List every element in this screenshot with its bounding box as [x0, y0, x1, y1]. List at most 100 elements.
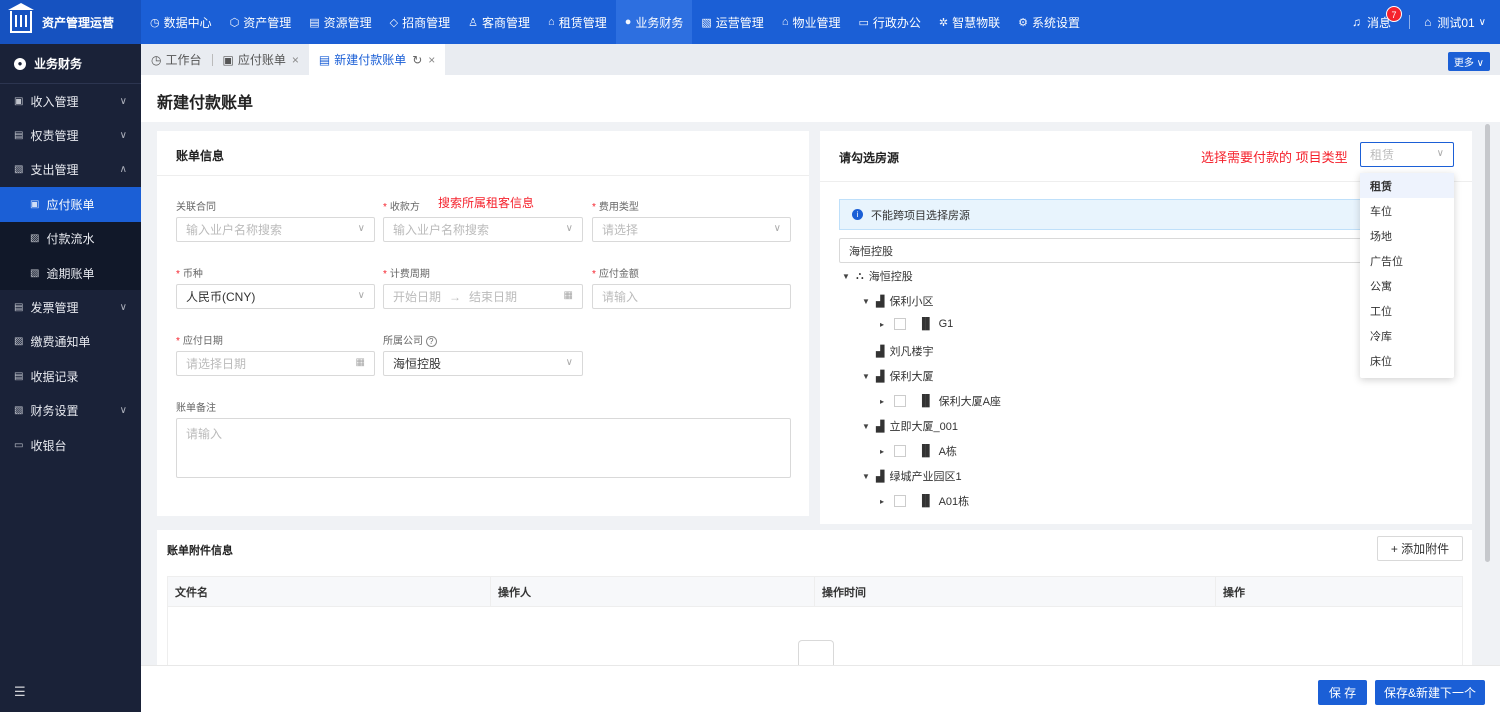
dropdown-option[interactable]: 车位: [1360, 198, 1454, 223]
expand-toggle-icon[interactable]: ▸: [880, 497, 894, 506]
expand-toggle-icon[interactable]: ▼: [862, 422, 876, 431]
tree-node[interactable]: ▸ ▐▌ A栋: [880, 443, 957, 459]
tree-node[interactable]: ▟ 刘凡楼宇: [862, 343, 933, 359]
dropdown-option[interactable]: 工位: [1360, 298, 1454, 323]
expand-toggle-icon[interactable]: ▼: [862, 297, 876, 306]
menu-collapse-icon[interactable]: ☰: [14, 684, 26, 700]
dropdown-option[interactable]: 场地: [1360, 223, 1454, 248]
tab-payable-bills[interactable]: ▣ 应付账单 ×: [213, 44, 309, 75]
sidebar-item[interactable]: ▭ 收银台: [0, 428, 141, 462]
chevron-icon: ∨: [119, 405, 127, 417]
app-logo[interactable]: 资产管理运营: [0, 0, 141, 44]
sidebar-item-label: 收银台: [30, 438, 67, 453]
sidebar-item[interactable]: ▧ 逾期账单: [0, 255, 141, 291]
company-select[interactable]: 海恒控股 ∨: [383, 351, 583, 376]
expand-toggle-icon[interactable]: ▸: [880, 447, 894, 456]
topnav-item[interactable]: ● 业务财务: [615, 0, 693, 44]
sidebar-item[interactable]: ▨ 缴费通知单: [0, 325, 141, 359]
dropdown-option[interactable]: 广告位: [1360, 248, 1454, 273]
save-button[interactable]: 保 存: [1318, 680, 1367, 705]
message-count-badge: 7: [1386, 5, 1403, 22]
sidebar-item[interactable]: ▨ 付款流水: [0, 221, 141, 256]
nav-icon: ⌂: [781, 16, 789, 28]
nav-label: 客商管理: [482, 15, 531, 30]
period-range-picker[interactable]: 开始日期 → 结束日期 ▦: [383, 284, 583, 309]
dropdown-option[interactable]: 公寓: [1360, 273, 1454, 298]
expand-toggle-icon[interactable]: ▼: [862, 372, 876, 381]
tree-node[interactable]: ▼ ⛬ 海恒控股: [842, 268, 913, 284]
fee-type-select[interactable]: 请选择 ∨: [592, 217, 791, 242]
sidebar-item[interactable]: ▤ 发票管理 ∨: [0, 290, 141, 324]
topnav-item[interactable]: ▤ 资源管理: [300, 0, 380, 44]
tab-workbench[interactable]: ◷ 工作台: [141, 44, 212, 75]
tree-node[interactable]: ▼ ▟ 保利小区: [862, 293, 933, 309]
sidebar-item[interactable]: ▧ 支出管理 ∧: [0, 153, 141, 187]
contract-select[interactable]: 输入业户名称搜索 ∨: [176, 217, 375, 242]
topnav-item[interactable]: ⚙ 系统设置: [1009, 0, 1089, 44]
currency-select[interactable]: 人民币(CNY) ∨: [176, 284, 375, 309]
sidebar-item[interactable]: ▧ 财务设置 ∨: [0, 394, 141, 428]
expand-toggle-icon[interactable]: ▼: [842, 272, 856, 281]
dropdown-option[interactable]: 租赁: [1360, 173, 1454, 198]
tab-label: 工作台: [165, 53, 202, 67]
close-icon[interactable]: ×: [292, 53, 299, 67]
topnav-item[interactable]: ♙ 客商管理: [459, 0, 539, 44]
sidebar-item[interactable]: ▣ 收入管理 ∨: [0, 84, 141, 118]
close-icon[interactable]: ×: [428, 53, 435, 67]
tree-checkbox[interactable]: [894, 395, 906, 407]
start-date-placeholder[interactable]: 开始日期: [393, 288, 441, 305]
expand-toggle-icon[interactable]: ▸: [880, 397, 894, 406]
remark-textarea[interactable]: 请输入: [176, 418, 791, 478]
save-and-new-button[interactable]: 保存&新建下一个: [1375, 680, 1485, 705]
project-type-select[interactable]: 租赁 ∨: [1360, 142, 1454, 167]
building-icon: ▟: [876, 420, 885, 433]
help-icon[interactable]: ?: [425, 336, 437, 347]
topnav-item[interactable]: ◷ 数据中心: [141, 0, 221, 44]
payee-label: * 收款方: [383, 202, 420, 213]
sidebar-item[interactable]: ▣ 应付账单: [0, 187, 141, 222]
refresh-icon[interactable]: ↻: [412, 53, 422, 67]
menu-icon: ▭: [14, 439, 24, 451]
tree-node[interactable]: ▼ ▟ 绿城产业园区1: [862, 468, 962, 484]
topnav-item[interactable]: ✲ 智慧物联: [930, 0, 1009, 44]
sidebar: ● 业务财务 ▣ 收入管理 ∨ ▤ 权责管理 ∨ ▧ 支出管理 ∧ ▣ 应付账单 ▨ 付款流水 ▧ 逾期账单…: [0, 44, 141, 712]
topnav-item[interactable]: ▧ 运营管理: [692, 0, 772, 44]
add-attachment-button[interactable]: + 添加附件: [1377, 536, 1463, 561]
end-date-placeholder[interactable]: 结束日期: [469, 288, 517, 305]
tree-checkbox[interactable]: [894, 318, 906, 330]
topnav-item[interactable]: ⌂ 租赁管理: [539, 0, 616, 44]
tree-node[interactable]: ▼ ▟ 保利大厦: [862, 368, 933, 384]
expand-toggle-icon[interactable]: ▼: [862, 472, 876, 481]
tree-node-label: 刘凡楼宇: [889, 346, 934, 358]
tree-node[interactable]: ▸ ▐▌ 保利大厦A座: [880, 393, 1001, 409]
tab-new-payment-bill[interactable]: ▤ 新建付款账单 ↻ ×: [308, 44, 446, 75]
dropdown-option[interactable]: 冷库: [1360, 323, 1454, 348]
more-tabs-button[interactable]: 更多 ∨: [1447, 52, 1490, 71]
info-icon: i: [852, 209, 863, 220]
topnav-item[interactable]: ⌂ 物业管理: [773, 0, 850, 44]
payee-select[interactable]: 输入业户名称搜索 ∨: [383, 217, 583, 242]
topnav-item[interactable]: ◇ 招商管理: [381, 0, 459, 44]
tree-checkbox[interactable]: [894, 445, 906, 457]
scrollbar[interactable]: [1485, 124, 1490, 562]
expand-toggle-icon[interactable]: ▸: [880, 320, 894, 329]
topnav-item[interactable]: ▭ 行政办公: [849, 0, 929, 44]
messages-button[interactable]: ♫ 消息 7: [1352, 5, 1403, 31]
chevron-icon: ∨: [119, 302, 127, 314]
user-menu[interactable]: ⌂ 测试01 ∨: [1424, 14, 1486, 31]
tree-node[interactable]: ▸ ▐▌ A01栋: [880, 493, 969, 509]
tree-checkbox[interactable]: [894, 495, 906, 507]
due-date-picker[interactable]: 请选择日期 ▦: [176, 351, 375, 376]
tree-node[interactable]: ▸ ▐▌ G1: [880, 318, 953, 330]
sidebar-item[interactable]: ▤ 收据记录: [0, 359, 141, 393]
contract-label: 关联合同: [176, 202, 216, 213]
topnav-item[interactable]: ⬡ 资产管理: [221, 0, 301, 44]
tab-label: 应付账单: [237, 53, 286, 67]
nav-label: 业务财务: [635, 15, 684, 30]
tree-node[interactable]: ▼ ▟ 立即大厦_001: [862, 418, 958, 434]
sidebar-item[interactable]: ▤ 权责管理 ∨: [0, 118, 141, 152]
amount-input[interactable]: 请输入: [592, 284, 791, 309]
dropdown-option[interactable]: 床位: [1360, 348, 1454, 373]
remark-placeholder: 请输入: [186, 427, 223, 441]
project-select[interactable]: 海恒控股: [839, 238, 1379, 263]
